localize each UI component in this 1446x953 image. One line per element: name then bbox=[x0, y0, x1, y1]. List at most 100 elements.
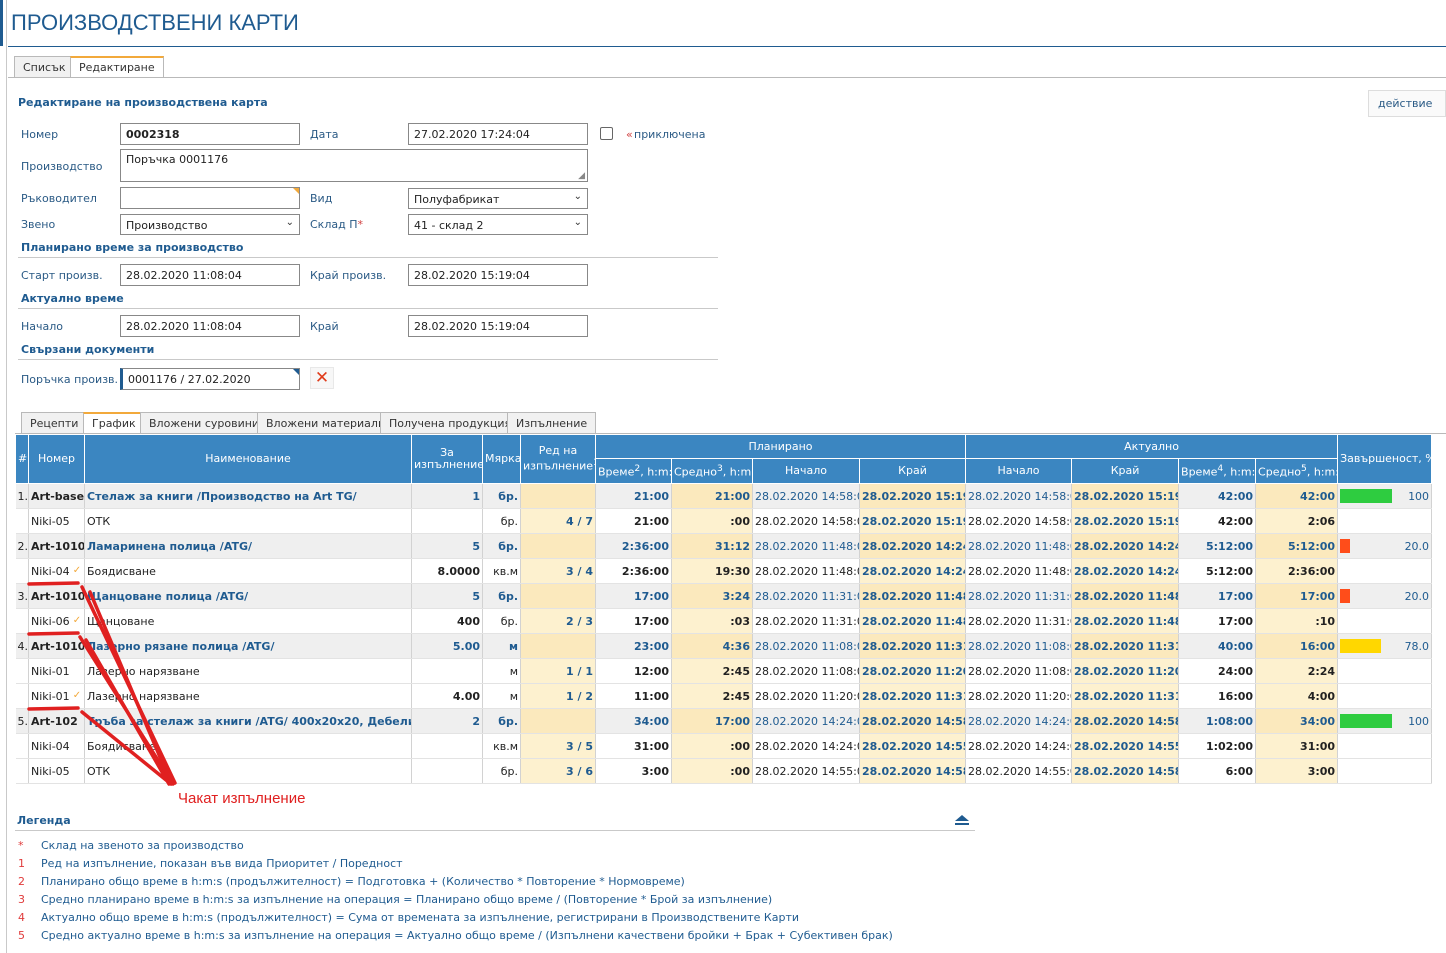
kind-select[interactable]: Полуфабрикат ⌄ bbox=[408, 188, 588, 209]
table-row-main[interactable]: 2.Art-10101Ламаринена полица /ATG/5 бр. 2:… bbox=[15, 533, 1433, 559]
tab-list[interactable]: Списък bbox=[14, 56, 75, 77]
row-end-actual: 28.02.2020 15:19:04 bbox=[1071, 483, 1180, 509]
row-time-actual-text: 5:12:00 bbox=[1205, 539, 1254, 553]
begin-field[interactable]: 28.02.2020 11:08:04 bbox=[120, 315, 300, 337]
row-start-actual-text: 28.02.2020 14:58:04 bbox=[968, 514, 1071, 528]
closed-marker: « bbox=[626, 128, 633, 141]
row-number[interactable]: Art-base bbox=[28, 483, 85, 509]
row-start-actual: 28.02.2020 11:31:04 bbox=[965, 608, 1073, 634]
row-number[interactable]: Art-10102 bbox=[28, 633, 85, 659]
table-row-operation[interactable]: Niki-04 ✓ Боядисване 8.0000 кв.м 3 / 4 2:36:00… bbox=[15, 558, 1433, 584]
row-name[interactable]: Ламаринена полица /ATG/ bbox=[84, 533, 412, 559]
unit-select[interactable]: Производство ⌄ bbox=[120, 214, 300, 235]
table-row-main[interactable]: 4.Art-10102Лазерно рязане полица /ATG/5.… bbox=[15, 633, 1433, 659]
col-unit-suffix: , h:m:s bbox=[1223, 465, 1256, 479]
progress-bar bbox=[1340, 714, 1393, 728]
production-value: Поръчка 0001176 bbox=[126, 153, 229, 166]
row-name[interactable]: ОТК bbox=[84, 508, 412, 534]
table-row-operation[interactable]: Niki-04 Боядисване кв.м 3 / 5 31:00:00 28.02.… bbox=[15, 733, 1433, 759]
row-name[interactable]: Лазерно нарязване bbox=[84, 683, 412, 709]
row-name[interactable]: Тръба за стелаж за книги /ATG/ 400x20x20… bbox=[84, 708, 412, 734]
end-field[interactable]: 28.02.2020 15:19:04 bbox=[408, 264, 588, 286]
subtab-raw[interactable]: Вложени суровини bbox=[140, 412, 269, 433]
table-row-operation[interactable]: Niki-06 ✓ Щанцоване 400 бр. 2 / 3 17:00:03 28.0… bbox=[15, 608, 1433, 634]
row-number[interactable]: Niki-04 bbox=[28, 733, 85, 759]
row-number[interactable]: Art-10101 bbox=[28, 533, 85, 559]
row-qty-text: 5 bbox=[472, 539, 480, 553]
row-number[interactable]: Niki-05 bbox=[28, 508, 85, 534]
finish-field[interactable]: 28.02.2020 15:19:04 bbox=[408, 315, 588, 337]
begin-label: Начало bbox=[21, 320, 64, 333]
subtab-execution[interactable]: Изпълнение bbox=[507, 412, 597, 433]
row-name[interactable]: Щанцоване полица /ATG/ bbox=[84, 583, 412, 609]
kind-label: Вид bbox=[310, 192, 333, 205]
row-end-actual: 28.02.2020 11:31:04 bbox=[1071, 683, 1180, 709]
row-start-planned: 28.02.2020 14:55:04 bbox=[752, 758, 860, 784]
legend-text: Средно актуално време в h:m:s за изпълне… bbox=[41, 929, 893, 942]
row-name[interactable]: Щанцоване bbox=[84, 608, 412, 634]
action-button[interactable]: действие bbox=[1368, 90, 1446, 117]
unit-label: Звено bbox=[21, 218, 56, 231]
check-mark-icon: ✓ bbox=[72, 614, 82, 626]
order-field[interactable]: 0001176 / 27.02.2020 bbox=[120, 368, 300, 390]
start-field[interactable]: 28.02.2020 11:08:04 bbox=[120, 264, 300, 286]
legend-marker: 3 bbox=[18, 893, 25, 906]
table-row-operation[interactable]: Niki-05 ОТК бр. 3 / 6 3:00:00 28.02.2020 14:5… bbox=[15, 758, 1433, 784]
row-number[interactable]: Niki-01 bbox=[28, 658, 85, 684]
row-name[interactable]: Лазерно рязане полица /ATG/ bbox=[84, 633, 412, 659]
row-time-actual: 6:00 bbox=[1178, 758, 1257, 784]
row-number[interactable]: Niki-04 ✓ bbox=[28, 558, 85, 584]
warehouse-select[interactable]: 41 - склад 2 ⌄ bbox=[408, 214, 588, 235]
row-unit: бр. bbox=[482, 608, 521, 634]
row-start-actual: 28.02.2020 11:31:04 bbox=[965, 583, 1073, 609]
production-label: Производство bbox=[21, 160, 103, 173]
row-name[interactable]: Боядисване bbox=[84, 558, 412, 584]
manager-field[interactable] bbox=[120, 187, 300, 209]
row-unit-text: м bbox=[509, 689, 518, 703]
row-unit-text: бр. bbox=[500, 514, 518, 528]
row-end-actual-text: 28.02.2020 14:58:04 bbox=[1074, 764, 1178, 778]
row-number[interactable]: Art-102 bbox=[28, 708, 85, 734]
row-qty-text: 5 bbox=[472, 589, 480, 603]
subtab-recipes[interactable]: Рецепти bbox=[21, 412, 88, 433]
resize-handle-icon[interactable]: ◢ bbox=[578, 171, 585, 181]
closed-checkbox[interactable] bbox=[600, 127, 613, 140]
tab-edit[interactable]: Редактиране bbox=[70, 56, 164, 77]
row-name-text: ОТК bbox=[87, 764, 111, 778]
table-row-main[interactable]: 5. Art-102 Тръба за стелаж за книги /ATG/ … bbox=[15, 708, 1433, 734]
kind-value: Полуфабрикат bbox=[414, 193, 500, 206]
row-time-planned: 2:36:00 bbox=[595, 533, 672, 559]
production-textarea[interactable]: Поръчка 0001176 ◢ bbox=[120, 149, 588, 182]
row-name[interactable]: Боядисване bbox=[84, 733, 412, 759]
row-qty: 5 bbox=[411, 533, 483, 559]
row-end-actual: 28.02.2020 11:48:04 bbox=[1071, 608, 1180, 634]
date-field[interactable]: 27.02.2020 17:24:04 bbox=[408, 123, 588, 145]
row-number[interactable]: Niki-06 ✓ bbox=[28, 608, 85, 634]
table-row-main[interactable]: 3.Art-10103Щанцоване полица /ATG/5 бр. 17:… bbox=[15, 583, 1433, 609]
table-row-main[interactable]: 1. Art-base Стелаж за книги /Производство … bbox=[15, 483, 1433, 509]
row-number[interactable]: Niki-05 bbox=[28, 758, 85, 784]
row-avg-actual: 2:36:00 bbox=[1255, 558, 1339, 584]
row-start-planned-text: 28.02.2020 11:08:04 bbox=[755, 639, 860, 653]
row-avg-actual: 3:00 bbox=[1255, 758, 1339, 784]
collapse-up-icon[interactable] bbox=[955, 815, 969, 821]
row-start-planned: 28.02.2020 11:31:04 bbox=[752, 583, 860, 609]
table-row-operation[interactable]: Niki-01 Лазерно нарязване м 1 / 1 12:00 2:45 2… bbox=[15, 658, 1433, 684]
row-start-actual-text: 28.02.2020 14:24:04 bbox=[968, 714, 1071, 728]
row-avg-actual: 34:00 bbox=[1255, 708, 1339, 734]
row-end-actual-text: 28.02.2020 11:31:04 bbox=[1074, 639, 1178, 653]
row-name[interactable]: Стелаж за книги /Производство на Art TG/ bbox=[84, 483, 412, 509]
row-name[interactable]: Лазерно нарязване bbox=[84, 658, 412, 684]
remove-link-icon[interactable]: ✕ bbox=[310, 367, 334, 389]
table-row-operation[interactable]: Niki-05 ОТК бр. 4 / 7 21:00:00 28.02.2020 14:… bbox=[15, 508, 1433, 534]
col-unit-suffix: , h:m:s bbox=[722, 465, 752, 479]
row-number[interactable]: Niki-01 ✓ bbox=[28, 683, 85, 709]
subtab-materials[interactable]: Вложени материали bbox=[257, 412, 395, 433]
row-time-actual-text: 17:00 bbox=[1218, 589, 1254, 603]
table-row-operation[interactable]: Niki-01 ✓ Лазерно нарязване 4.00 м 1 / 2 11:00… bbox=[15, 683, 1433, 709]
row-number[interactable]: Art-10103 bbox=[28, 583, 85, 609]
subtab-schedule[interactable]: График bbox=[83, 412, 145, 433]
number-field[interactable]: 0002318 bbox=[120, 123, 300, 145]
subtab-products[interactable]: Получена продукция bbox=[380, 412, 521, 433]
row-name[interactable]: ОТК bbox=[84, 758, 412, 784]
